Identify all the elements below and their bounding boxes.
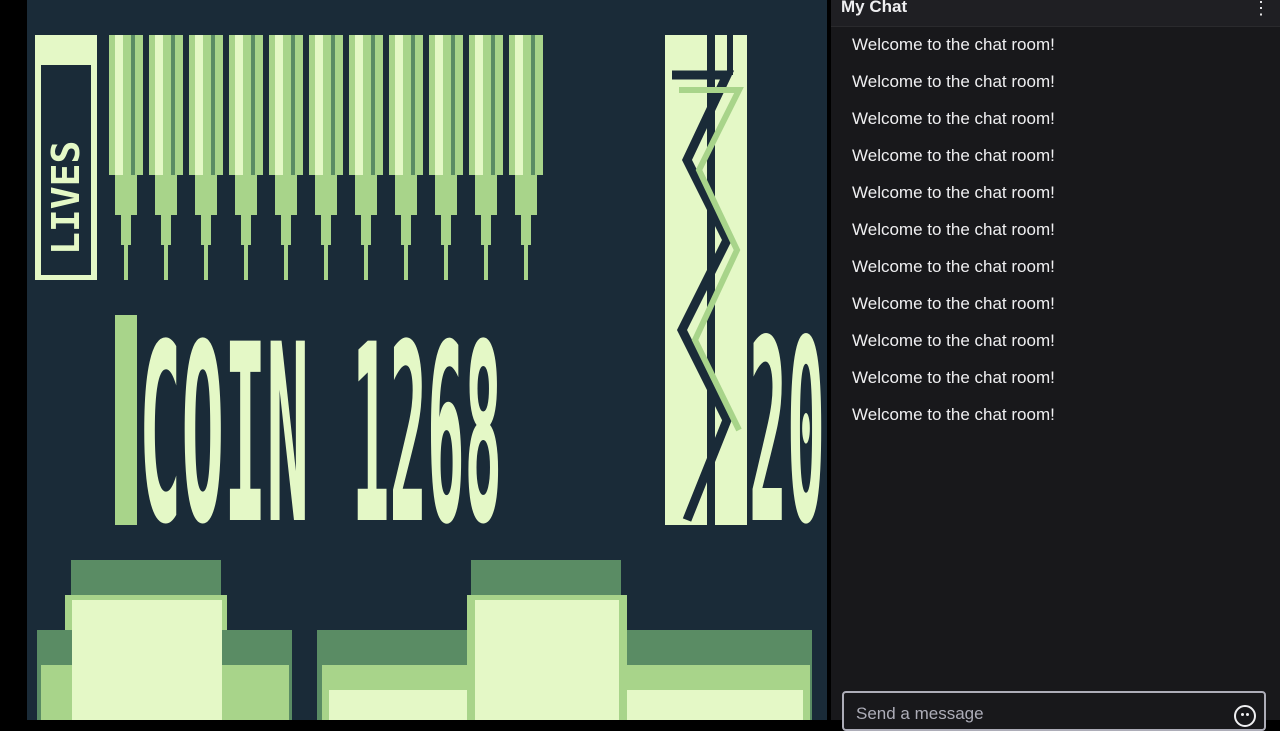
life-tube — [349, 35, 383, 280]
smiley-icon[interactable] — [1234, 705, 1256, 727]
chat-message: Welcome to the chat room! — [852, 35, 1055, 54]
chat-message: Welcome to the chat room! — [852, 183, 1055, 202]
life-tube — [109, 35, 143, 280]
life-tube — [229, 35, 263, 280]
coin-display: COIN 1268 — [115, 293, 502, 579]
chat-panel: My Chat ⋮ Welcome to the chat room! Welco… — [831, 0, 1280, 731]
chain-panel: CHAIN — [317, 560, 812, 720]
life-tube — [309, 35, 343, 280]
chat-message: Welcome to the chat room! — [852, 331, 1055, 350]
chat-message: Welcome to the chat room! — [852, 294, 1055, 313]
chat-message: Welcome to the chat room! — [852, 109, 1055, 128]
life-tube — [149, 35, 183, 280]
life-tube — [189, 35, 223, 280]
chat-header: My Chat ⋮ — [831, 0, 1280, 27]
lives-label: LIVES — [44, 141, 88, 255]
lives-label-box: LIVES — [35, 35, 97, 280]
chat-message: Welcome to the chat room! — [852, 146, 1055, 165]
chat-message: Welcome to the chat room! — [852, 220, 1055, 239]
world-number: 20 — [749, 287, 825, 580]
life-tube — [269, 35, 303, 280]
game-hud: LIVES COIN 1268 20 STATUS CHAIN — [35, 35, 825, 720]
status-panel: STATUS — [37, 560, 292, 720]
life-tube — [389, 35, 423, 280]
life-meter — [109, 35, 543, 280]
chat-title: My Chat — [841, 0, 908, 16]
game-screen: LIVES COIN 1268 20 STATUS CHAIN — [27, 0, 827, 720]
coin-count: 1268 — [352, 293, 502, 579]
life-tube — [469, 35, 503, 280]
chat-input-box[interactable] — [842, 691, 1266, 731]
chain-label: CHAIN — [497, 592, 597, 720]
message-list: Welcome to the chat room! Welcome to the … — [831, 34, 1280, 441]
more-vertical-icon[interactable]: ⋮ — [1252, 0, 1270, 18]
status-label: STATUS — [79, 592, 219, 720]
chat-message: Welcome to the chat room! — [852, 405, 1055, 424]
life-tube — [509, 35, 543, 280]
chat-message-input[interactable] — [856, 704, 1226, 724]
life-tube — [429, 35, 463, 280]
chat-message: Welcome to the chat room! — [852, 72, 1055, 91]
chat-message: Welcome to the chat room! — [852, 257, 1055, 276]
chat-message: Welcome to the chat room! — [852, 368, 1055, 387]
coin-label: COIN — [139, 293, 309, 579]
world-meter: 20 — [665, 35, 825, 581]
